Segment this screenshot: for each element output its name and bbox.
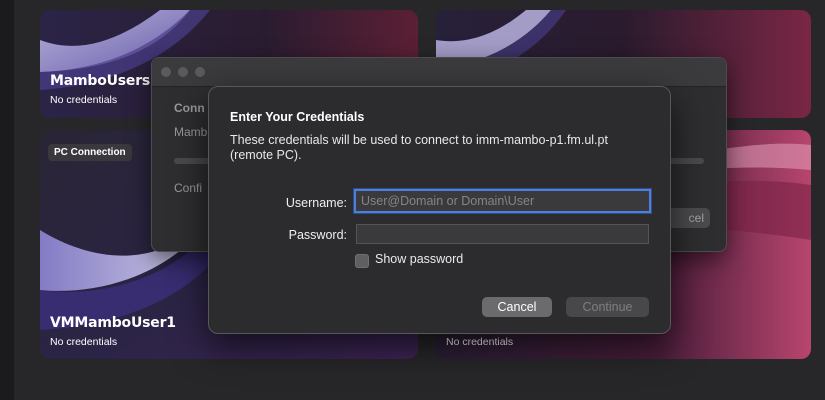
username-label: Username: (285, 196, 347, 210)
minimize-window-button[interactable] (178, 67, 188, 77)
card-credentials-status: No credentials (446, 336, 514, 348)
settings-pc-name: Mamb (174, 125, 208, 139)
close-window-button[interactable] (161, 67, 171, 77)
show-password-label[interactable]: Show password (375, 252, 463, 266)
settings-config-label: Confi (174, 181, 203, 195)
card-title: VMMamboUser1 (50, 315, 176, 331)
show-password-checkbox[interactable] (355, 254, 369, 268)
window-edge (0, 0, 14, 400)
pc-connection-badge: PC Connection (48, 144, 132, 161)
card-credentials-status: No credentials (50, 94, 118, 106)
password-input[interactable] (356, 224, 649, 244)
window-titlebar (152, 58, 726, 87)
cancel-button[interactable]: Cancel (482, 297, 552, 317)
dialog-description: These credentials will be used to connec… (230, 133, 608, 162)
username-input[interactable] (354, 189, 651, 213)
continue-button[interactable]: Continue (566, 297, 649, 317)
settings-cancel-button[interactable]: cel (668, 208, 710, 228)
password-label: Password: (288, 228, 347, 242)
settings-heading: Conn (174, 101, 205, 115)
zoom-window-button[interactable] (195, 67, 205, 77)
card-title: MamboUsers (50, 73, 151, 89)
card-credentials-status: No credentials (50, 336, 118, 348)
credentials-dialog: Enter Your Credentials These credentials… (208, 86, 671, 334)
dialog-title: Enter Your Credentials (230, 110, 365, 124)
